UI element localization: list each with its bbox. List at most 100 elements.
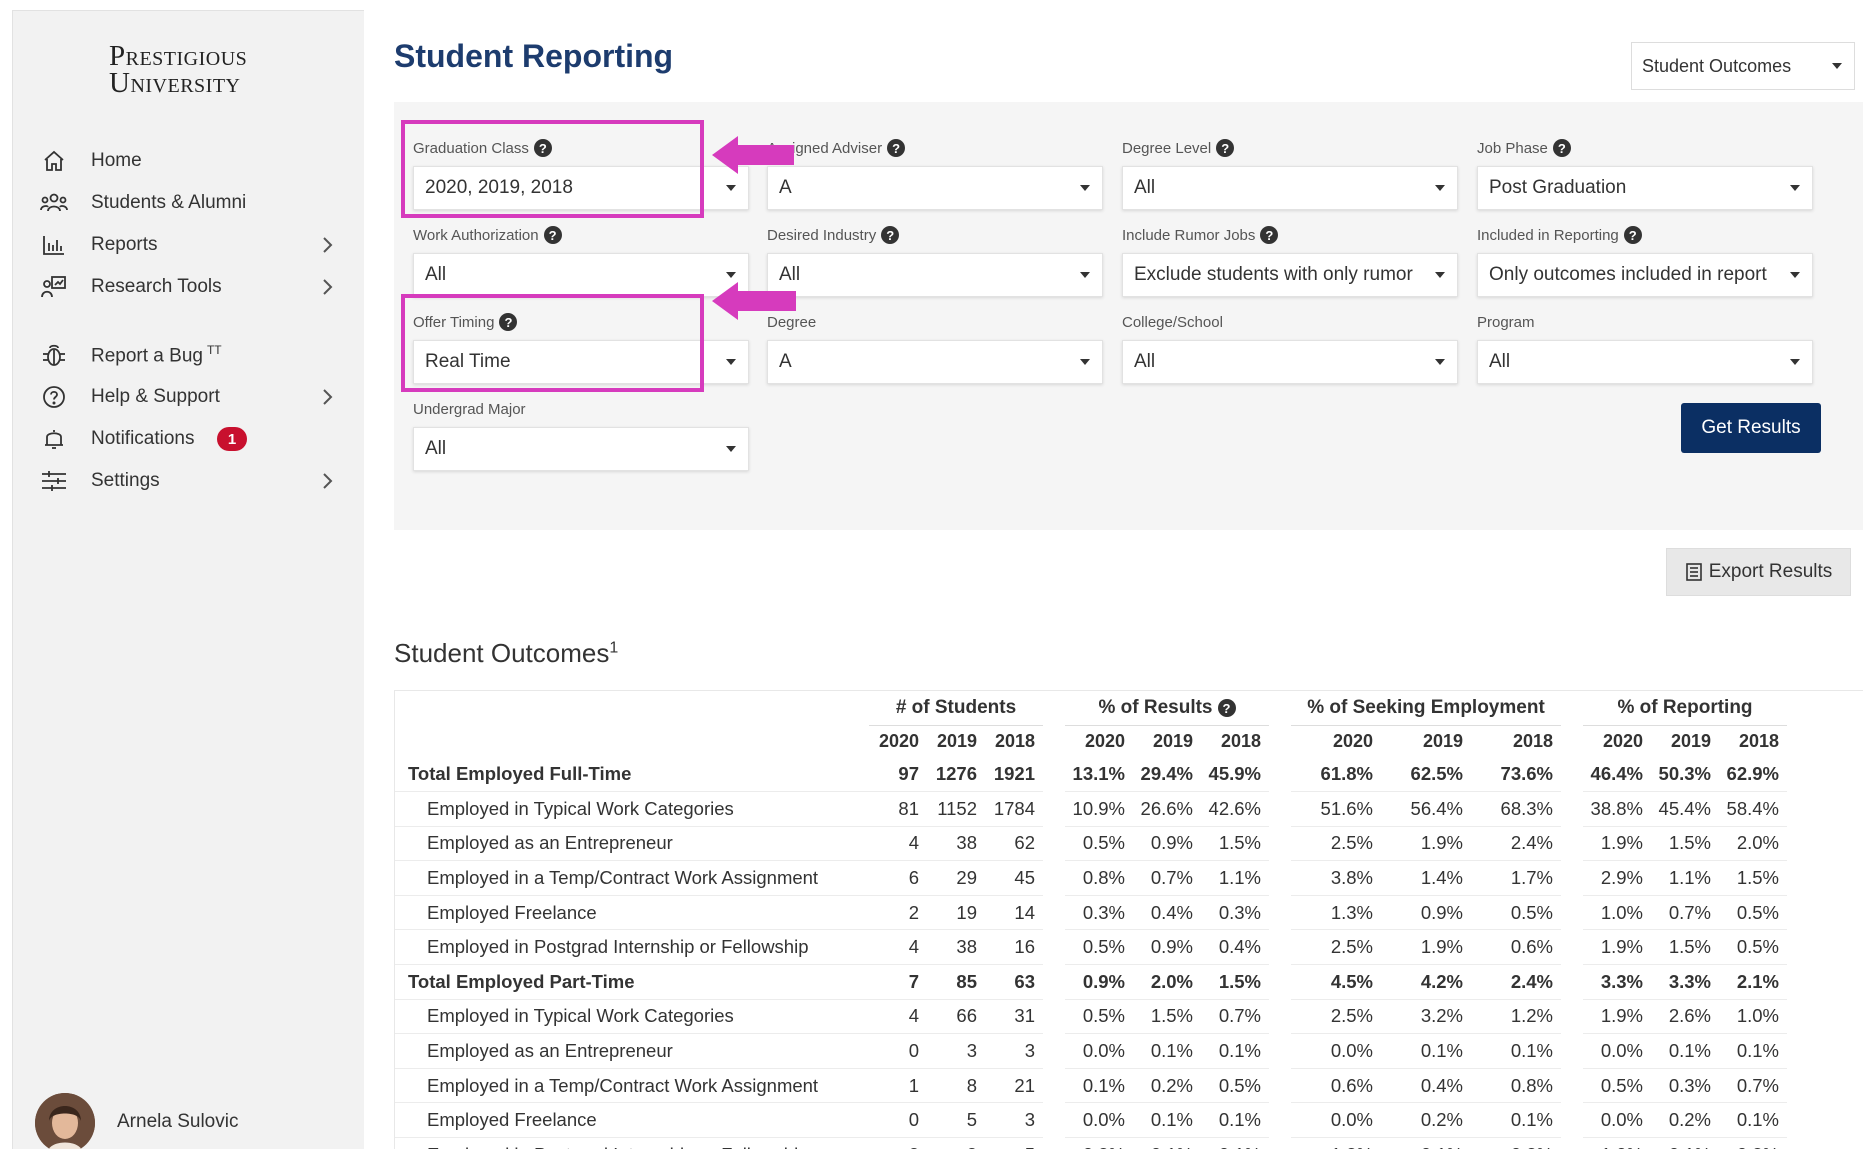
- table-cell: 4: [869, 826, 927, 862]
- sidebar-item-settings[interactable]: Settings: [13, 459, 364, 503]
- sliders-icon: [39, 466, 69, 496]
- filter-label: Job Phase: [1477, 139, 1548, 157]
- help-icon[interactable]: ?: [1552, 139, 1571, 157]
- help-icon[interactable]: ?: [1216, 139, 1235, 157]
- group-header-seeking: % of Seeking Employment: [1291, 691, 1561, 726]
- group-header-results-label: % of Results: [1098, 696, 1213, 718]
- select-value: All: [425, 438, 447, 459]
- year-header: 2019: [1152, 730, 1193, 751]
- select-value: All: [425, 264, 447, 285]
- sidebar-item-report-bug[interactable]: Report a Bug TT: [13, 333, 364, 377]
- table-cell: 10.9%: [1065, 791, 1133, 827]
- table-cell: 38: [927, 929, 985, 966]
- work-authorization-select[interactable]: All: [413, 253, 749, 297]
- chevron-right-icon: [321, 387, 335, 407]
- table-cell: 0.9%: [1133, 929, 1201, 966]
- table-cell: 3.3%: [1651, 964, 1719, 1000]
- table-cell: 1276: [927, 757, 985, 793]
- college-school-select[interactable]: All: [1122, 340, 1458, 384]
- sidebar-item-label: Report a Bug TT: [91, 343, 222, 367]
- table-cell: 3.8%: [1291, 860, 1381, 896]
- help-icon[interactable]: ?: [543, 226, 562, 244]
- table-cell: 29: [927, 860, 985, 896]
- table-cell: 0.3%: [1065, 1137, 1133, 1149]
- page-title: Student Reporting: [394, 38, 674, 74]
- help-icon[interactable]: ?: [887, 139, 906, 157]
- table-total-row: Total Employed Full-Time 97 1276 1921 13.1% 2…: [395, 757, 1787, 793]
- filter-label: Desired Industry: [767, 226, 877, 244]
- table-cell: 0.5%: [1065, 999, 1133, 1035]
- section-title: Student Outcomes1: [394, 638, 618, 669]
- export-results-button[interactable]: Export Results: [1666, 548, 1851, 596]
- help-icon[interactable]: ?: [1260, 226, 1279, 244]
- include-rumor-jobs-select[interactable]: Exclude students with only rumor: [1122, 253, 1458, 297]
- filter-label: College/School: [1122, 313, 1223, 331]
- get-results-button[interactable]: Get Results: [1681, 403, 1821, 453]
- table-cell: 0.2%: [1651, 1102, 1719, 1139]
- table-cell: 13.1%: [1065, 757, 1133, 793]
- help-icon[interactable]: ?: [881, 226, 900, 244]
- select-value: Exclude students with only rumor: [1134, 264, 1413, 285]
- degree-level-select[interactable]: All: [1122, 166, 1458, 210]
- caret-down-icon: [1790, 359, 1800, 365]
- group-header-results: % of Results?: [1065, 691, 1269, 726]
- undergrad-major-select[interactable]: All: [413, 427, 749, 471]
- table-cell: 1.9%: [1583, 999, 1651, 1035]
- table-cell: 62.9%: [1719, 757, 1787, 793]
- help-icon[interactable]: ?: [1217, 699, 1236, 718]
- help-icon[interactable]: ?: [1623, 226, 1642, 244]
- filter-label: Degree Level: [1122, 139, 1212, 157]
- annotation-arrow-icon: [712, 282, 796, 320]
- table-row: Employed in Typical Work Categories 4 66 31…: [395, 999, 1787, 1035]
- year-header-row: 2020 2019 2018 2020 2019 2018 2020 2019 2018 2020…: [395, 725, 1787, 757]
- sidebar-item-research-tools[interactable]: Research Tools: [13, 265, 364, 309]
- user-name: Arnela Sulovic: [117, 1111, 239, 1132]
- table-cell: 2.0%: [1719, 826, 1787, 862]
- home-icon: [39, 146, 69, 176]
- table-cell: 2.0%: [1133, 964, 1201, 1000]
- desired-industry-select[interactable]: All: [767, 253, 1103, 297]
- program-select[interactable]: All: [1477, 340, 1813, 384]
- table-cell: 2.5%: [1291, 999, 1381, 1035]
- logo-line-2: University: [109, 67, 241, 99]
- notification-count-badge: 1: [217, 427, 247, 451]
- university-logo[interactable]: Prestigious University: [109, 42, 247, 99]
- table-cell: 97: [869, 757, 927, 793]
- table-cell: 0.1%: [1719, 1102, 1787, 1139]
- select-value: All: [1134, 177, 1156, 198]
- sidebar-item-home[interactable]: Home: [13, 139, 364, 183]
- table-cell: 1.3%: [1291, 1137, 1381, 1149]
- sidebar-item-students-alumni[interactable]: Students & Alumni: [13, 181, 364, 225]
- degree-select[interactable]: A: [767, 340, 1103, 384]
- table-cell: 0.1%: [1651, 1033, 1719, 1069]
- job-phase-select[interactable]: Post Graduation: [1477, 166, 1813, 210]
- job-phase-filter: Job Phase? Post Graduation: [1477, 138, 1813, 210]
- sidebar-item-reports[interactable]: Reports: [13, 223, 364, 267]
- table-cell: 1.5%: [1651, 929, 1719, 966]
- table-cell: 1.0%: [1583, 895, 1651, 931]
- table-cell: 73.6%: [1471, 757, 1561, 793]
- table-cell: 0.3%: [1201, 895, 1269, 931]
- caret-down-icon: [1080, 272, 1090, 278]
- sidebar-item-notifications[interactable]: Notifications 1: [13, 417, 364, 461]
- report-type-value: Student Outcomes: [1642, 55, 1792, 76]
- select-value: A: [779, 351, 792, 372]
- table-row: Employed Freelance 0 5 3 0.0% 0.1% 0.1% 0.0% 0.2…: [395, 1102, 1787, 1139]
- sidebar-item-help-support[interactable]: Help & Support: [13, 375, 364, 419]
- table-cell: 16: [985, 929, 1043, 966]
- included-in-reporting-select[interactable]: Only outcomes included in report: [1477, 253, 1813, 297]
- assigned-adviser-select[interactable]: A: [767, 166, 1103, 210]
- table-cell: 0.9%: [1065, 964, 1133, 1000]
- work-authorization-filter: Work Authorization? All: [413, 225, 749, 297]
- select-value: Only outcomes included in report: [1489, 264, 1767, 285]
- table-cell: 21: [985, 1068, 1043, 1104]
- table-cell: 56.4%: [1381, 791, 1471, 827]
- section-title-text: Student Outcomes: [394, 638, 610, 668]
- user-profile[interactable]: Arnela Sulovic: [35, 1093, 238, 1149]
- table-cell: 8: [927, 1068, 985, 1104]
- report-type-select[interactable]: Student Outcomes: [1631, 42, 1855, 90]
- table-cell: 66: [927, 999, 985, 1035]
- table-cell: 38.8%: [1583, 791, 1651, 827]
- table-cell: 38: [927, 826, 985, 862]
- table-cell: 1.5%: [1201, 964, 1269, 1000]
